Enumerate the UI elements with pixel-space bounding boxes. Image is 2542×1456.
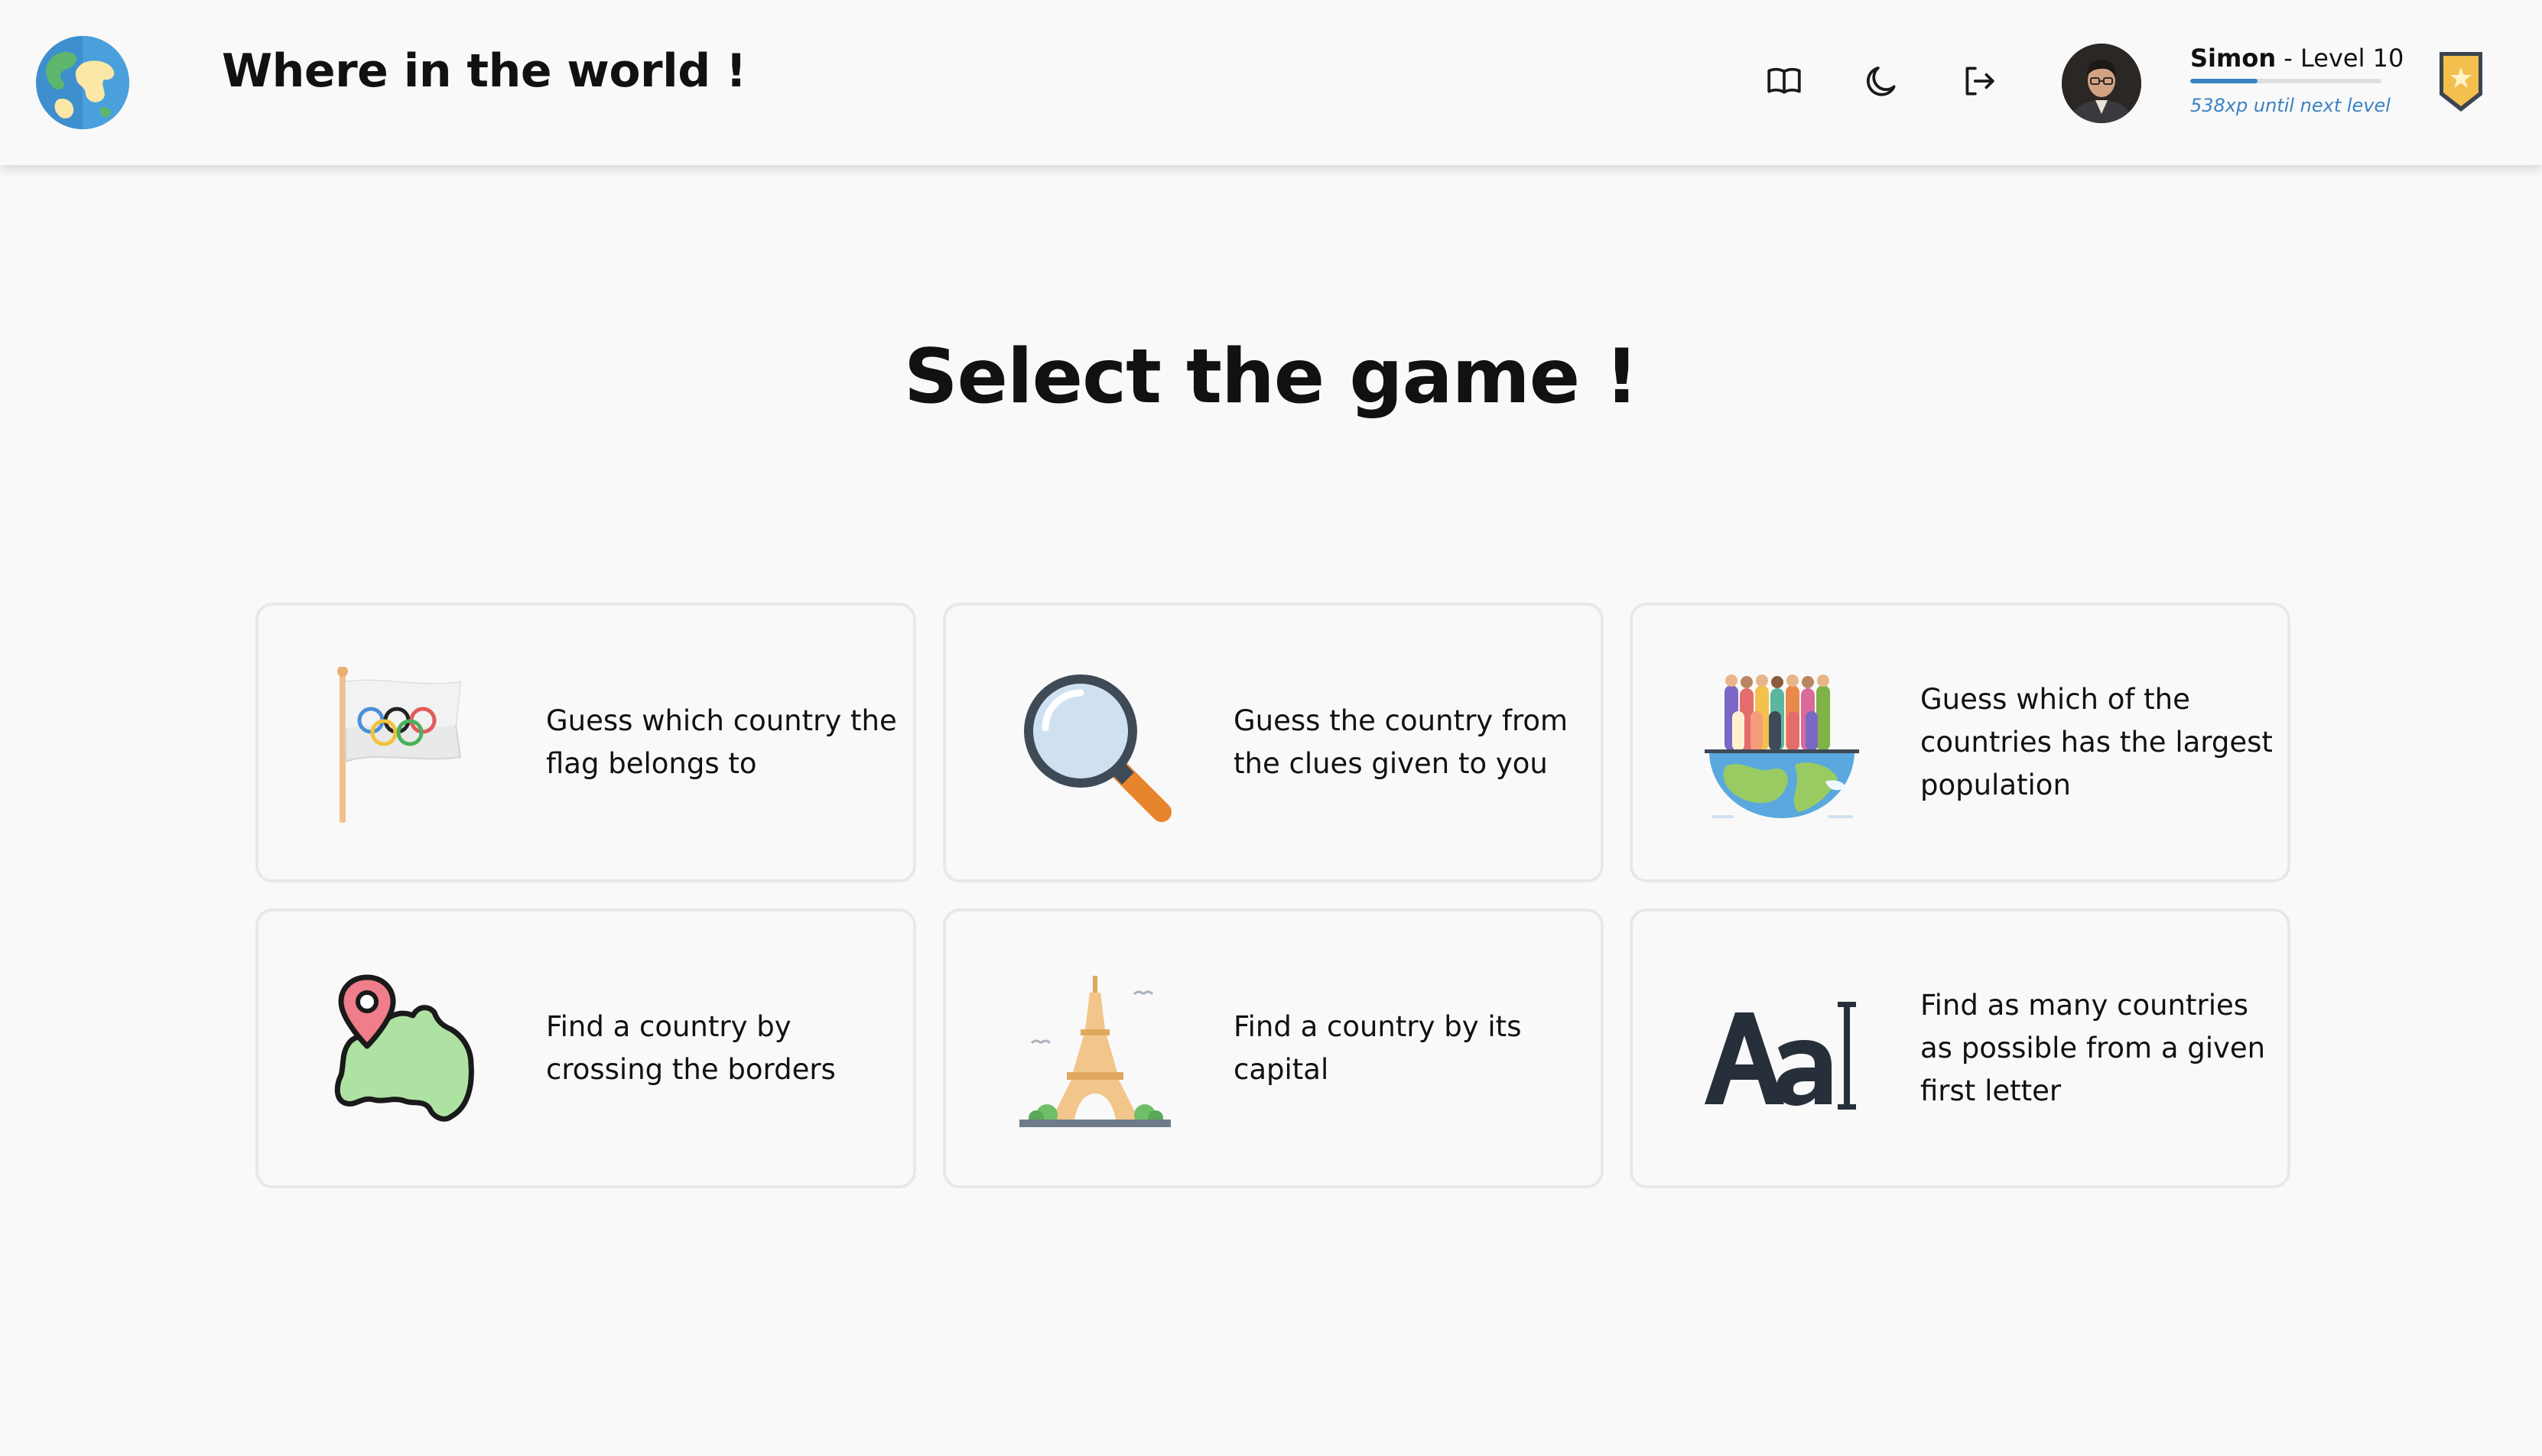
magnifier-icon <box>1016 667 1174 824</box>
avatar[interactable] <box>2062 44 2141 123</box>
game-description: Find a country by crossing the borders <box>546 1010 836 1086</box>
moon-icon[interactable] <box>1861 60 1902 102</box>
game-card-population[interactable]: Guess which of the countries has the lar… <box>1630 603 2290 882</box>
logout-icon[interactable] <box>1958 60 1999 102</box>
book-icon[interactable] <box>1763 60 1805 102</box>
user-name: Simon <box>2190 44 2277 73</box>
eiffel-tower-icon <box>1016 973 1174 1130</box>
app-title: Where in the world ! <box>222 44 746 98</box>
map-pin-icon <box>329 973 486 1130</box>
game-description: Find as many countries as possible from … <box>1920 989 2266 1107</box>
game-description: Find a country by its capital <box>1234 1010 1522 1086</box>
xp-progress-fill <box>2190 79 2258 83</box>
xp-until-next-level: 538xp until next level <box>2190 95 2391 116</box>
user-level: Level 10 <box>2300 44 2404 73</box>
population-globe-icon <box>1703 667 1861 824</box>
top-navbar: Where in the world ! Simon - Level 10 53… <box>0 0 2542 165</box>
globe-logo-icon[interactable] <box>35 35 130 130</box>
name-level-separator: - <box>2276 44 2301 73</box>
game-card-flag[interactable]: Guess which country the flag belongs to <box>255 603 916 882</box>
game-description: Guess which country the flag belongs to <box>546 704 897 780</box>
rank-badge-icon[interactable] <box>2436 47 2485 116</box>
user-name-level: Simon - Level 10 <box>2190 44 2404 73</box>
game-card-capital[interactable]: Find a country by its capital <box>943 908 1604 1188</box>
xp-progress-bar <box>2190 79 2381 83</box>
game-description: Guess the country from the clues given t… <box>1234 704 1568 780</box>
olympic-flag-icon <box>329 666 486 824</box>
game-card-borders[interactable]: Find a country by crossing the borders <box>255 908 916 1188</box>
game-description: Guess which of the countries has the lar… <box>1920 683 2273 801</box>
page-title: Select the game ! <box>903 333 1639 421</box>
game-card-letters[interactable]: Find as many countries as possible from … <box>1630 908 2290 1188</box>
letters-aa-icon <box>1703 973 1861 1130</box>
game-card-clues[interactable]: Guess the country from the clues given t… <box>943 603 1604 882</box>
